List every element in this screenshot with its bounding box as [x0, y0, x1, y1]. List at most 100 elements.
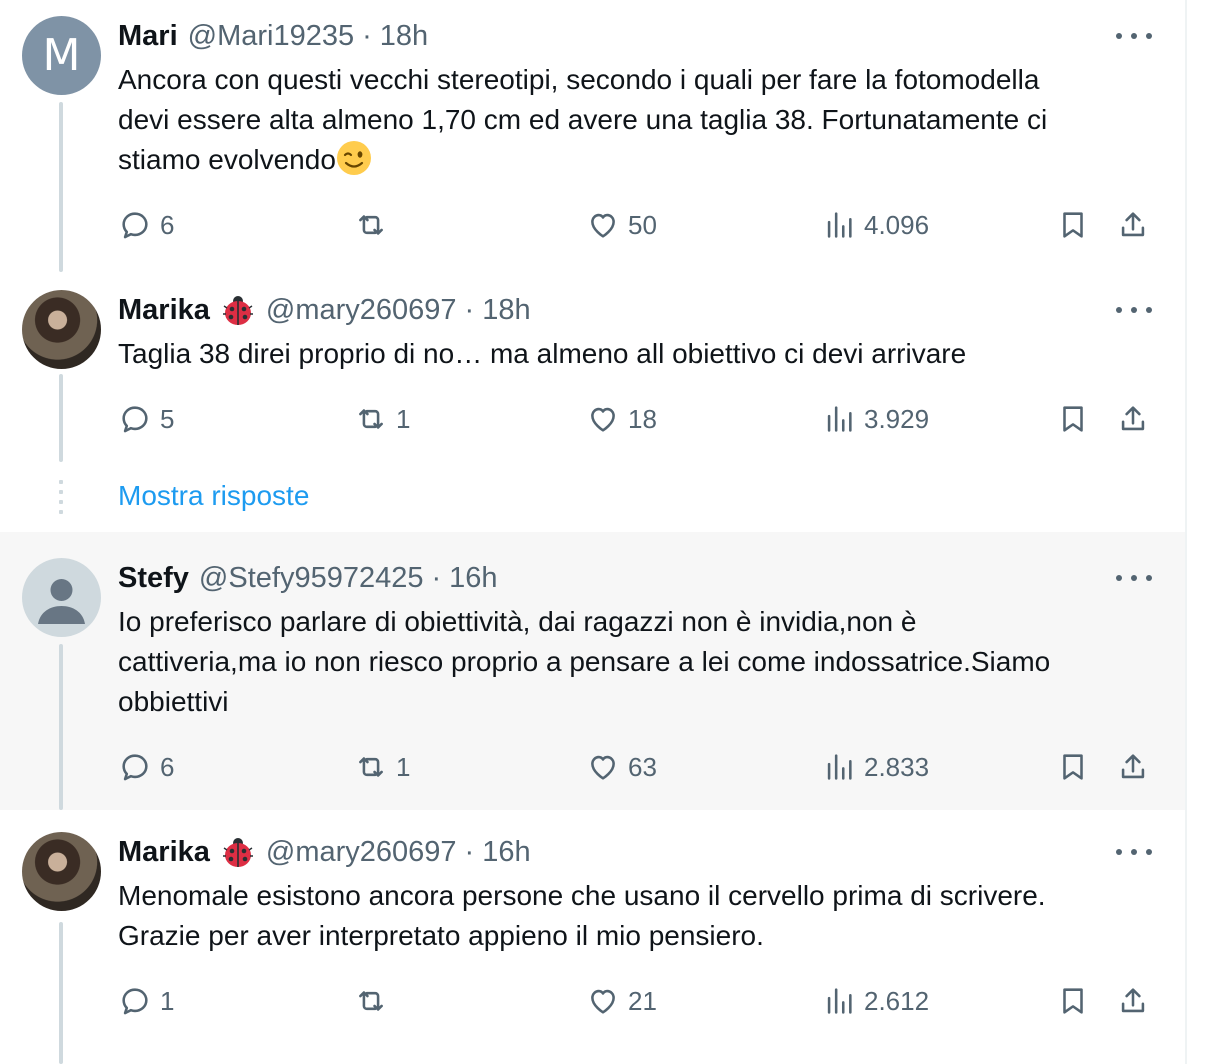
like-count: 21: [628, 985, 657, 1016]
share-button[interactable]: [1116, 205, 1150, 245]
avatar[interactable]: [22, 290, 101, 369]
display-name[interactable]: Marika: [118, 294, 210, 327]
retweet-icon: [359, 757, 383, 777]
reply-count: 6: [160, 751, 175, 782]
display-name[interactable]: Stefy: [118, 562, 189, 595]
bookmark-icon: [1063, 988, 1083, 1014]
share-icon: [1121, 406, 1145, 431]
retweet-button[interactable]: [354, 981, 396, 1021]
separator-dot: ·: [464, 835, 475, 868]
separator-dot: ·: [362, 19, 372, 52]
tweet-text-line: cattiveria,ma io non riesco proprio a pe…: [118, 646, 1051, 677]
retweet-button[interactable]: 1: [354, 399, 410, 439]
tweet-text-line: Ancora con questi vecchi stereotipi, sec…: [118, 64, 1040, 95]
show-replies-link[interactable]: Mostra risposte: [118, 480, 309, 512]
share-button[interactable]: [1116, 399, 1150, 439]
view-count: 3.929: [864, 403, 930, 434]
reply-count: 5: [160, 403, 175, 434]
view-count: 4.096: [864, 209, 930, 240]
timestamp[interactable]: 18h: [380, 20, 428, 53]
tweet-text-line: Taglia 38 direi proprio di no… ma almeno…: [118, 338, 967, 369]
tweet-actions: 5 1 18 3.929: [118, 399, 1158, 439]
reply-icon: [122, 988, 148, 1015]
like-button[interactable]: 50: [586, 205, 657, 245]
tweet-header: Marika @mary260697 · 16h: [118, 832, 531, 872]
more-options-icon[interactable]: [1116, 568, 1152, 588]
user-handle[interactable]: @Stefy95972425: [199, 562, 424, 595]
retweet-count: 1: [396, 403, 411, 434]
views-button[interactable]: 3.929: [822, 399, 929, 439]
tweet-1[interactable]: M Mari @Mari19235 · 18h Ancora con quest…: [0, 0, 1185, 272]
tweet-text: Io preferisco parlare di obiettività, da…: [118, 602, 1178, 722]
thread-line: [59, 922, 63, 1064]
bookmark-button[interactable]: [1056, 399, 1090, 439]
default-profile-icon: [38, 579, 85, 624]
analytics-icon: [827, 406, 852, 432]
heart-icon: [591, 213, 615, 238]
share-icon: [1121, 988, 1145, 1013]
bookmark-button[interactable]: [1056, 205, 1090, 245]
thread-line: [59, 102, 63, 272]
avatar[interactable]: M: [22, 16, 101, 95]
retweet-button[interactable]: [354, 205, 396, 245]
tweet-text-line: Grazie per aver interpretato appieno il …: [118, 920, 764, 951]
reply-button[interactable]: 6: [118, 747, 174, 787]
timestamp[interactable]: 18h: [482, 294, 530, 327]
tweet-text: Menomale esistono ancora persone che usa…: [118, 876, 1178, 956]
tweet-4[interactable]: Marika @mary260697 · 16h Menomale esisto…: [0, 810, 1185, 1064]
analytics-icon: [827, 988, 852, 1014]
like-button[interactable]: 21: [586, 981, 657, 1021]
views-button[interactable]: 2.833: [822, 747, 929, 787]
avatar[interactable]: [22, 832, 101, 911]
like-count: 63: [628, 751, 657, 782]
like-button[interactable]: 63: [586, 747, 657, 787]
ladybug-emoji: [222, 838, 253, 867]
more-options-icon[interactable]: [1116, 842, 1152, 862]
heart-icon: [591, 755, 615, 780]
views-button[interactable]: 4.096: [822, 205, 929, 245]
bookmark-button[interactable]: [1056, 981, 1090, 1021]
reply-count: 1: [160, 985, 175, 1016]
tweet-header: Mari @Mari19235 · 18h: [118, 16, 428, 56]
analytics-icon: [827, 754, 852, 780]
retweet-icon: [359, 991, 383, 1011]
tweet-text-line: stiamo evolvendo: [118, 144, 336, 175]
share-button[interactable]: [1116, 981, 1150, 1021]
reply-button[interactable]: 6: [118, 205, 174, 245]
display-name[interactable]: Marika: [118, 836, 210, 869]
retweet-icon: [359, 215, 383, 235]
separator-dot: ·: [431, 561, 442, 594]
timestamp[interactable]: 16h: [482, 836, 530, 869]
bookmark-button[interactable]: [1056, 747, 1090, 787]
share-button[interactable]: [1116, 747, 1150, 787]
tweet-text-line: obbiettivi: [118, 686, 229, 717]
like-button[interactable]: 18: [586, 399, 657, 439]
user-handle[interactable]: @Mari19235: [188, 20, 354, 53]
bookmark-icon: [1063, 212, 1083, 238]
tweet-2[interactable]: Marika @mary260697 · 18h Taglia 38 direi…: [0, 272, 1185, 532]
tweet-text-line: Menomale esistono ancora persone che usa…: [118, 880, 1046, 911]
retweet-count: 1: [396, 751, 411, 782]
display-name[interactable]: Mari: [118, 20, 178, 53]
tweet-header: Marika @mary260697 · 18h: [118, 290, 531, 330]
avatar-letter: M: [42, 30, 81, 81]
tweet-3[interactable]: Stefy @Stefy95972425 · 16h Io preferisco…: [0, 532, 1185, 810]
more-options-icon[interactable]: [1116, 26, 1152, 46]
tweet-actions: 6 1 63 2.833: [118, 747, 1158, 787]
timestamp[interactable]: 16h: [449, 562, 497, 595]
user-handle[interactable]: @mary260697: [266, 836, 457, 869]
thread-continuation-dots: [59, 480, 63, 520]
tweet-text: Ancora con questi vecchi stereotipi, sec…: [118, 60, 1178, 180]
reply-button[interactable]: 5: [118, 399, 174, 439]
user-handle[interactable]: @mary260697: [266, 294, 457, 327]
bookmark-icon: [1063, 754, 1083, 780]
retweet-button[interactable]: 1: [354, 747, 410, 787]
reply-count: 6: [160, 209, 175, 240]
reply-button[interactable]: 1: [118, 981, 174, 1021]
tweet-text-line: devi essere alta almeno 1,70 cm ed avere…: [118, 104, 1048, 135]
view-count: 2.833: [864, 751, 930, 782]
avatar[interactable]: [22, 558, 101, 637]
tweet-actions: 1 21 2.612: [118, 981, 1158, 1021]
more-options-icon[interactable]: [1116, 300, 1152, 320]
views-button[interactable]: 2.612: [822, 981, 929, 1021]
